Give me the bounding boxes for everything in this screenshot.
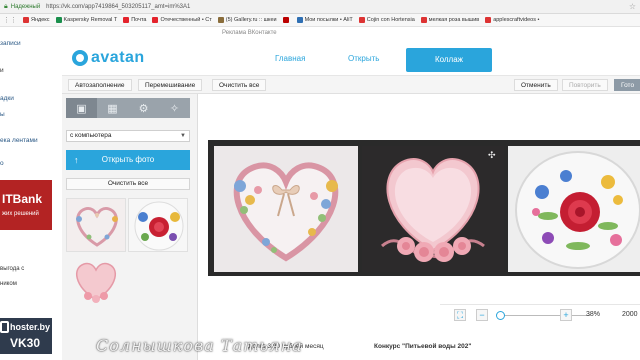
- ad-title: ITBank: [2, 192, 43, 206]
- autofill-button[interactable]: Автозаполнение: [68, 79, 132, 91]
- vk-link[interactable]: записи: [0, 40, 21, 47]
- bookmark-item[interactable]: [282, 17, 291, 23]
- hoster-ad[interactable]: hoster.by VK30: [0, 318, 52, 354]
- favicon-icon: [296, 17, 303, 23]
- roses-thumb: [129, 199, 187, 251]
- bookmarks-bar: ⋮⋮ Яндекс Kaspersky Removal T Почта Отеч…: [0, 14, 640, 27]
- open-photo-label: Открыть фото: [101, 155, 155, 164]
- vk-link[interactable]: ека лентами: [0, 137, 38, 144]
- bookmark-item[interactable]: Kaspersky Removal T: [55, 17, 117, 23]
- clear-all-button[interactable]: Очистить все: [212, 79, 267, 91]
- app-header: avatan Главная Открыть Коллаж: [62, 40, 640, 76]
- svg-text:✣: ✣: [488, 151, 496, 161]
- favicon-icon: [55, 17, 62, 23]
- widget-caption: Реклама ВКонтакте: [222, 30, 277, 36]
- favicon-icon: [217, 17, 224, 23]
- bookmark-item[interactable]: (5) Gallery.ru :: шкеи: [217, 17, 277, 23]
- bookmark-item[interactable]: Мои посылки • AliT: [296, 17, 353, 23]
- redo-button[interactable]: Повторить: [562, 79, 608, 91]
- photo-thumbnail[interactable]: [66, 254, 126, 308]
- open-photo-button[interactable]: ↑ Открыть фото: [66, 150, 190, 170]
- heart-embroidery-photo: [214, 146, 358, 272]
- undo-button[interactable]: Отменить: [514, 79, 558, 91]
- hoster-code: VK30: [10, 336, 41, 350]
- heart-ribbon-thumb: [67, 199, 125, 251]
- upload-arrow-icon: ↑: [74, 155, 79, 165]
- hoster-title: hoster.by: [10, 322, 51, 332]
- fit-screen-icon[interactable]: ⛶: [454, 309, 466, 321]
- collage-cell[interactable]: ✣: [362, 146, 504, 272]
- bookmark-star-icon[interactable]: ☆: [629, 2, 636, 11]
- collage-cell[interactable]: [508, 146, 640, 272]
- favicon-icon: [152, 17, 159, 23]
- avatan-logo-icon: [72, 50, 88, 66]
- layout-grid-icon[interactable]: ▦: [97, 98, 128, 118]
- collage-cell[interactable]: [214, 146, 358, 272]
- promo-right[interactable]: Конкурс "Питьевой воды 202": [374, 343, 471, 350]
- ad-text: ником: [0, 281, 17, 287]
- shuffle-button[interactable]: Перемешивание: [138, 79, 203, 91]
- url-text[interactable]: https://vk.com/app7419864_503205117_amt=…: [46, 4, 190, 10]
- image-tab-icon[interactable]: ▣: [66, 98, 97, 118]
- pink-heart-thumb: [75, 262, 117, 303]
- bookmark-item[interactable]: Яндекс: [23, 17, 50, 23]
- zoom-slider-knob[interactable]: [496, 311, 505, 320]
- zoom-in-button[interactable]: +: [560, 309, 572, 321]
- favicon-icon: [23, 17, 29, 23]
- favicon-icon: [420, 17, 427, 23]
- source-select-value: с компьютера: [70, 132, 112, 139]
- pink-heart-photo: ✣: [362, 146, 504, 272]
- lock-icon: 🔒︎: [4, 2, 8, 10]
- panel-tabs: ▣ ▦ ⚙ ✧: [66, 98, 190, 118]
- ad-text: выгода с: [0, 266, 25, 272]
- clear-photos-button[interactable]: Очистить все: [66, 178, 190, 190]
- effects-star-icon[interactable]: ✧: [159, 98, 190, 118]
- collage-toolbar: Автозаполнение Перемешивание Очистить вс…: [62, 76, 640, 94]
- zoom-percent: 38%: [586, 311, 601, 318]
- zoom-slider-track[interactable]: [500, 315, 590, 316]
- left-panel: ▣ ▦ ⚙ ✧ с компьютера ▼ ↑ Открыть фото Оч…: [62, 94, 198, 360]
- bookmark-item[interactable]: Почта: [123, 17, 146, 23]
- settings-gear-icon[interactable]: ⚙: [128, 98, 159, 118]
- bookmark-item[interactable]: applescraftvideos •: [485, 17, 539, 23]
- photo-thumbnail[interactable]: [128, 198, 188, 252]
- collage-canvas-area: ✣: [198, 94, 640, 304]
- nav-collage-button[interactable]: Коллаж: [406, 48, 492, 72]
- vk-link[interactable]: о: [0, 160, 4, 167]
- logo-text: avatan: [91, 49, 145, 66]
- zoom-bar: ⛶ − + 38% 2000: [440, 304, 640, 324]
- apps-icon[interactable]: ⋮⋮: [3, 16, 17, 24]
- bookmark-item[interactable]: Cojin con Hortensia: [358, 17, 415, 23]
- collage-frame[interactable]: ✣: [208, 140, 640, 276]
- favicon-icon: [282, 17, 289, 23]
- secure-label: Надежный: [10, 3, 41, 10]
- ad-subtitle: жих решений: [2, 211, 39, 217]
- roses-embroidery-photo: [508, 146, 640, 272]
- avatan-logo[interactable]: avatan: [72, 49, 145, 67]
- vk-link[interactable]: ы: [0, 111, 5, 118]
- save-button[interactable]: Гото: [614, 79, 640, 91]
- favicon-icon: [485, 17, 492, 23]
- zoom-value: 2000: [622, 311, 638, 318]
- address-bar[interactable]: 🔒︎ Надежный https://vk.com/app7419864_50…: [0, 0, 640, 14]
- author-watermark: Солнышкова Татьяна: [96, 336, 303, 355]
- hoster-logo-icon: [0, 321, 9, 333]
- favicon-icon: [123, 17, 130, 23]
- photo-thumbnail[interactable]: [66, 198, 126, 252]
- chevron-down-icon: ▼: [180, 133, 186, 139]
- vk-link[interactable]: адки: [0, 95, 14, 102]
- itbank-ad[interactable]: ITBank жих решений: [0, 180, 52, 230]
- bookmark-item[interactable]: Отечественный • Ст: [152, 17, 212, 23]
- vk-link[interactable]: и: [0, 67, 4, 74]
- nav-home[interactable]: Главная: [275, 54, 305, 63]
- zoom-out-button[interactable]: −: [476, 309, 488, 321]
- source-select[interactable]: с компьютера ▼: [66, 130, 190, 142]
- bookmark-item[interactable]: мелкая роза вышив: [420, 17, 479, 23]
- nav-open[interactable]: Открыть: [348, 54, 379, 63]
- favicon-icon: [358, 17, 365, 23]
- screen: 🔒︎ Надежный https://vk.com/app7419864_50…: [0, 0, 640, 360]
